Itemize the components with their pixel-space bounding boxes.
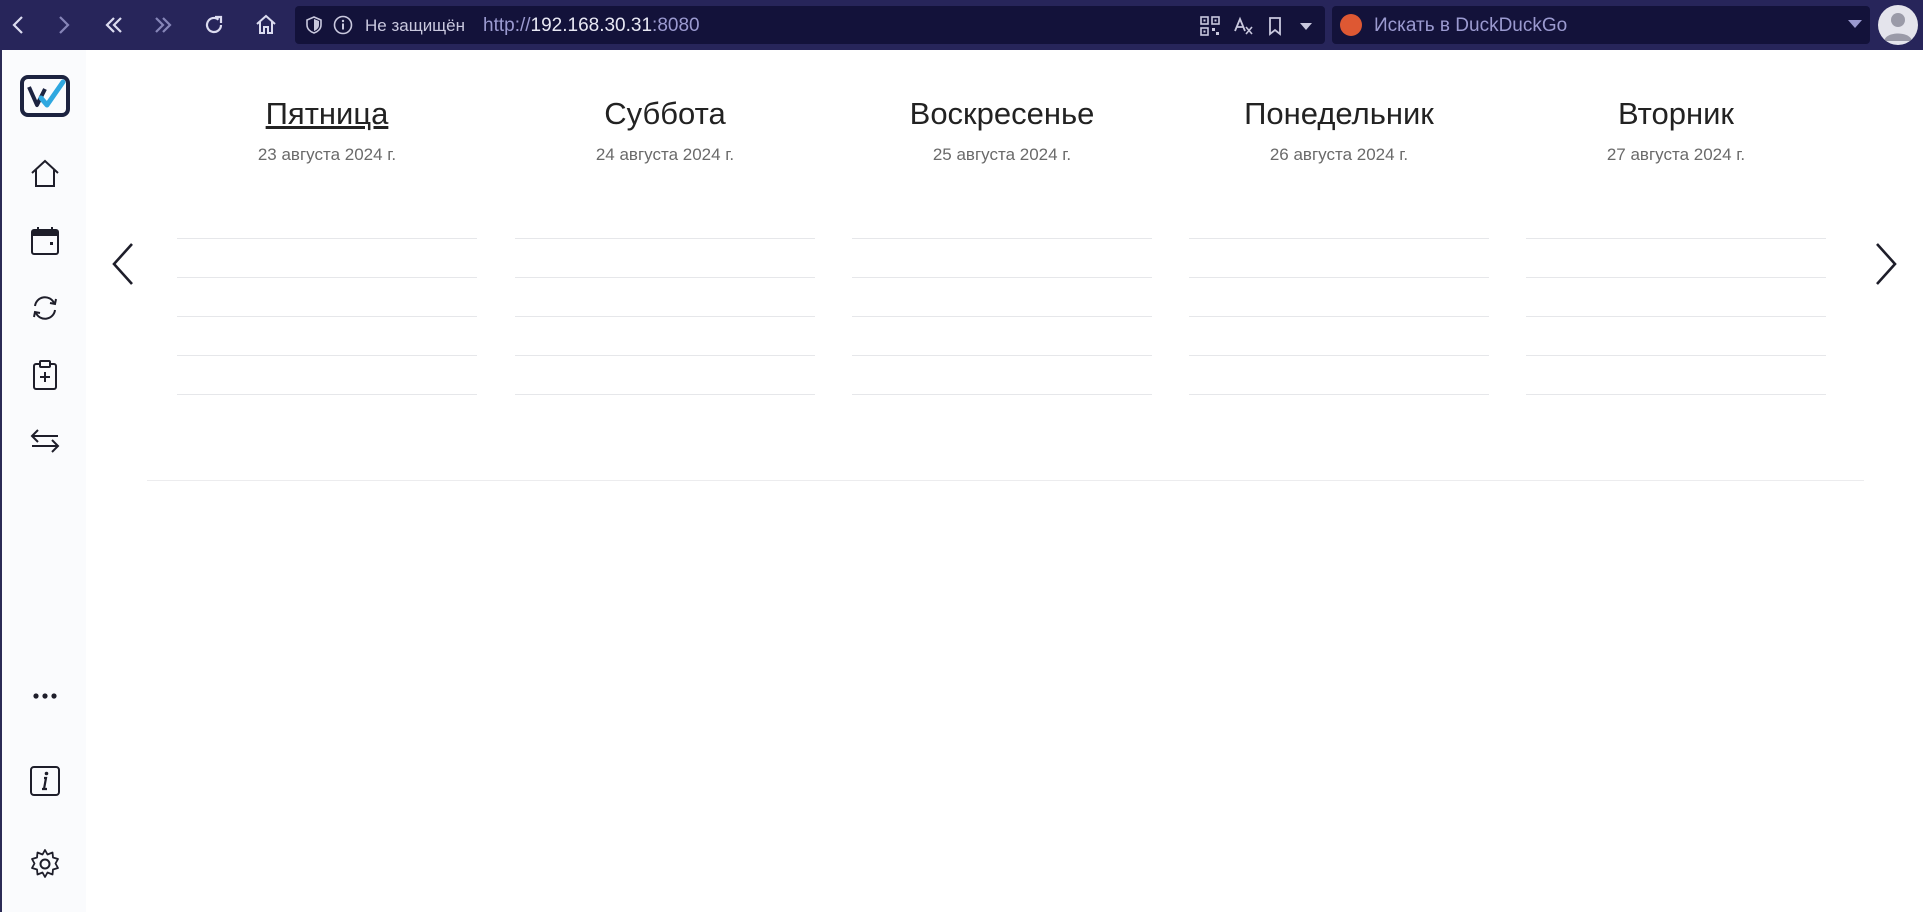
user-icon (1884, 13, 1912, 41)
task-slot[interactable] (515, 277, 815, 278)
task-slot[interactable] (1526, 238, 1826, 239)
sync-icon (33, 296, 57, 320)
day-name[interactable]: Воскресенье (852, 96, 1152, 132)
day-name[interactable]: Суббота (515, 96, 815, 132)
more-icon (33, 693, 57, 699)
day-name[interactable]: Пятница (177, 96, 477, 132)
double-chevron-left-icon (105, 17, 122, 33)
task-slot[interactable] (1189, 238, 1489, 239)
gear-icon (31, 849, 59, 878)
section-divider (147, 480, 1864, 481)
home-icon (256, 14, 276, 34)
day-name[interactable]: Вторник (1526, 96, 1826, 132)
nav-sync[interactable] (28, 291, 62, 325)
browser-toolbar: Не защищён http://192.168.30.31:8080 Иск… (0, 0, 1923, 50)
forward-button[interactable] (44, 6, 82, 44)
task-slot[interactable] (1189, 277, 1489, 278)
nav-home[interactable] (28, 157, 62, 191)
task-slot[interactable] (852, 394, 1152, 395)
task-slot[interactable] (515, 238, 815, 239)
task-slot[interactable] (515, 355, 815, 356)
duckduckgo-icon (1340, 14, 1362, 36)
task-slot[interactable] (177, 394, 477, 395)
qr-code-icon[interactable] (1199, 15, 1221, 37)
nav-settings[interactable] (28, 847, 62, 881)
address-bar[interactable]: Не защищён http://192.168.30.31:8080 (295, 6, 1325, 44)
task-slot[interactable] (177, 316, 477, 317)
reload-button[interactable] (195, 6, 233, 44)
search-placeholder: Искать в DuckDuckGo (1374, 15, 1568, 36)
chevron-right-icon (1876, 243, 1897, 285)
nav-clipboard-add[interactable] (28, 358, 62, 392)
double-chevron-right-icon (155, 17, 172, 33)
search-engine-dropdown-icon[interactable] (1848, 20, 1862, 28)
chevron-right-icon (59, 16, 70, 34)
url-port: :8080 (652, 15, 700, 36)
day-date: 23 августа 2024 г. (257, 145, 397, 164)
nav-info[interactable] (28, 764, 62, 798)
bookmark-icon[interactable] (1264, 15, 1286, 37)
prev-week-button[interactable] (104, 236, 144, 292)
nav-transfer[interactable] (28, 424, 62, 458)
next-week-button[interactable] (1865, 236, 1905, 292)
search-bar[interactable]: Искать в DuckDuckGo (1332, 6, 1870, 44)
day-date: 25 августа 2024 г. (932, 145, 1072, 164)
rewind-button[interactable] (95, 6, 133, 44)
task-slot[interactable] (1189, 394, 1489, 395)
day-name[interactable]: Понедельник (1189, 96, 1489, 132)
info-circle-icon[interactable] (333, 15, 353, 35)
task-slot[interactable] (1526, 355, 1826, 356)
task-slot[interactable] (1526, 316, 1826, 317)
task-slot[interactable] (177, 238, 477, 239)
chevron-left-icon (112, 243, 133, 285)
url-host: 192.168.30.31 (530, 15, 653, 36)
url-scheme: http:// (483, 15, 531, 36)
task-slot[interactable] (515, 394, 815, 395)
profile-avatar[interactable] (1878, 5, 1918, 45)
task-slot[interactable] (852, 277, 1152, 278)
fast-forward-button[interactable] (144, 6, 182, 44)
url-text[interactable]: http://192.168.30.31:8080 (483, 15, 700, 37)
clipboard-add-icon (33, 360, 57, 390)
task-slot[interactable] (515, 316, 815, 317)
chevron-left-icon (12, 16, 23, 34)
transfer-icon (30, 429, 60, 453)
task-slot[interactable] (177, 355, 477, 356)
home-button[interactable] (247, 6, 285, 44)
app-logo-icon[interactable] (20, 74, 70, 118)
nav-calendar[interactable] (28, 224, 62, 258)
translate-icon[interactable] (1232, 15, 1254, 37)
home-icon (31, 159, 59, 187)
reload-icon (205, 15, 223, 34)
back-button[interactable] (0, 6, 38, 44)
task-slot[interactable] (1189, 355, 1489, 356)
calendar-icon (31, 227, 59, 255)
day-date: 27 августа 2024 г. (1606, 145, 1746, 164)
nav-more[interactable] (28, 679, 62, 713)
week-view: Пятница 23 августа 2024 г. Суббота 24 авгус… (86, 50, 1923, 912)
sidebar (0, 50, 86, 912)
task-slot[interactable] (1189, 316, 1489, 317)
day-date: 26 августа 2024 г. (1269, 145, 1409, 164)
task-slot[interactable] (852, 316, 1152, 317)
task-slot[interactable] (1526, 277, 1826, 278)
day-date: 24 августа 2024 г. (595, 145, 735, 164)
task-slot[interactable] (177, 277, 477, 278)
shield-icon (306, 16, 322, 34)
task-slot[interactable] (852, 355, 1152, 356)
dropdown-icon[interactable] (1295, 15, 1317, 37)
info-icon (30, 766, 60, 796)
task-slot[interactable] (1526, 394, 1826, 395)
security-label: Не защищён (365, 16, 466, 35)
task-slot[interactable] (852, 238, 1152, 239)
